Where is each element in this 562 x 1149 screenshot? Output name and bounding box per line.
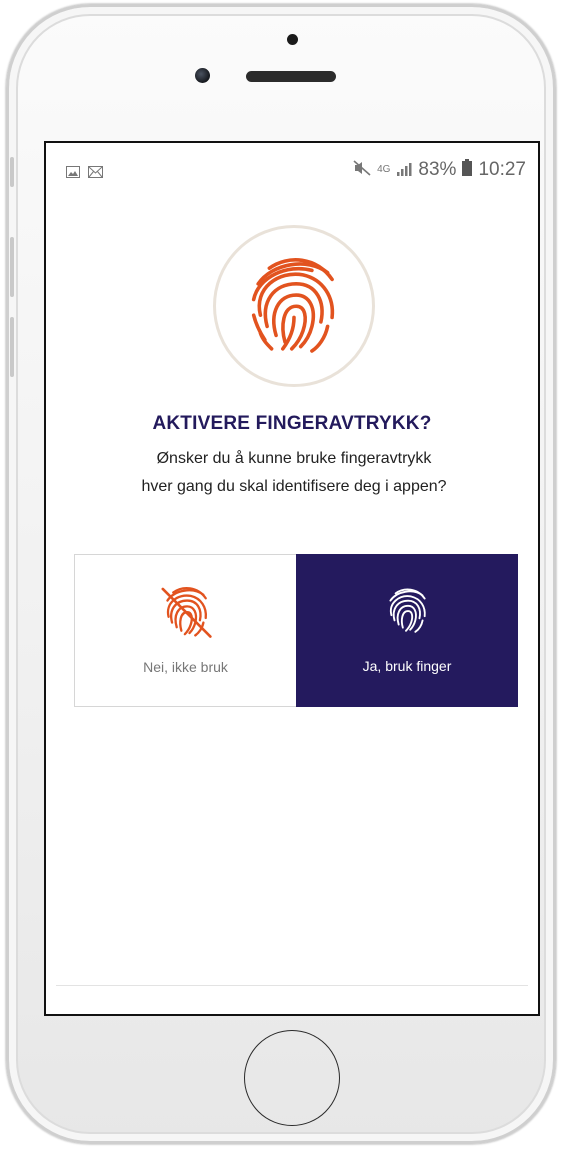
- mail-icon: [88, 162, 103, 183]
- app-screen: 4G 83% 10:27 AKTIVERE FINGERAVTRYKK? Øns…: [44, 141, 540, 1016]
- fingerprint-hero: [213, 225, 375, 387]
- subtitle-line-1: Ønsker du å kunne bruke fingeravtrykk: [156, 450, 432, 467]
- front-camera: [195, 68, 210, 83]
- accept-label: Ja, bruk finger: [362, 658, 452, 674]
- accept-fingerprint-button[interactable]: Ja, bruk finger: [296, 554, 518, 707]
- clock: 10:27: [478, 159, 526, 180]
- fingerprint-icon: [238, 248, 350, 365]
- 4g-icon: 4G: [377, 164, 391, 175]
- home-button[interactable]: [244, 1030, 340, 1126]
- battery-icon: [462, 159, 473, 181]
- battery-percent: 83%: [418, 159, 457, 180]
- volume-down-button: [10, 317, 14, 377]
- image-icon: [66, 162, 80, 183]
- decline-label: Nei, ikke bruk: [143, 659, 228, 675]
- mute-switch: [10, 157, 14, 187]
- decline-fingerprint-button[interactable]: Nei, ikke bruk: [74, 554, 296, 707]
- dialog-title: AKTIVERE FINGERAVTRYKK?: [152, 413, 432, 434]
- mute-icon: [353, 159, 371, 181]
- volume-up-button: [10, 237, 14, 297]
- divider: [56, 985, 528, 986]
- earpiece-speaker: [246, 71, 336, 82]
- status-bar: 4G 83% 10:27: [46, 143, 538, 199]
- fingerprint-disabled-icon: [157, 581, 215, 641]
- subtitle-line-2: hver gang du skal identifisere deg i app…: [141, 478, 447, 495]
- proximity-sensor: [287, 34, 298, 45]
- fingerprint-icon: [381, 580, 433, 640]
- dialog-subtitle: Ønsker du å kunne bruke fingeravtrykk hv…: [86, 445, 502, 501]
- signal-icon: [396, 160, 412, 181]
